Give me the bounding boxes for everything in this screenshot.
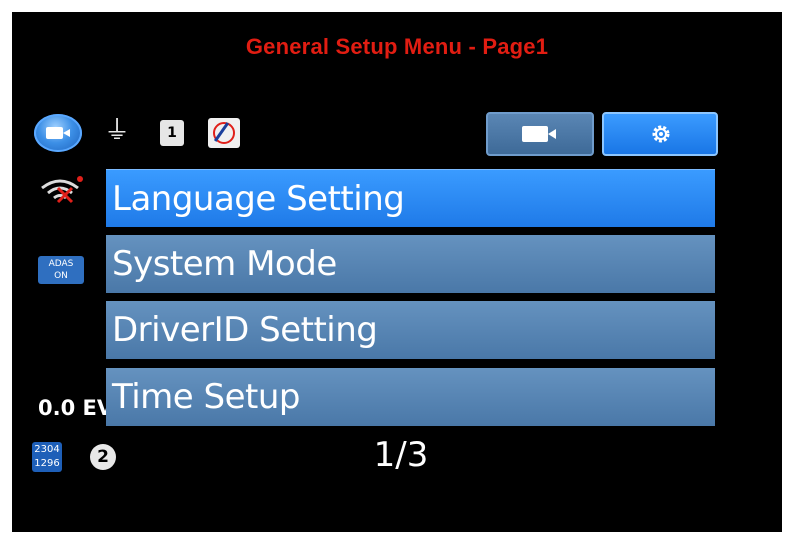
menu-item-language-setting[interactable]: Language Setting <box>106 169 715 227</box>
adas-icon: ADAS ON <box>38 256 84 284</box>
adas-state: ON <box>54 271 68 281</box>
tab-video-mode[interactable] <box>486 112 594 156</box>
adas-label: ADAS <box>48 259 74 269</box>
page-indicator: 1/3 <box>373 435 429 475</box>
wifi-off-icon <box>41 176 83 204</box>
mic-muted-icon <box>208 118 240 148</box>
menu-title: General Setup Menu - Page1 <box>245 34 549 59</box>
camera-mode-icon <box>34 114 82 152</box>
video-tab-icon <box>522 126 548 142</box>
dashcam-screen: General Setup Menu - Page1 ⏚ 1 ADAS ON 0… <box>12 12 782 532</box>
tab-settings[interactable] <box>602 112 718 156</box>
gear-icon <box>652 125 670 143</box>
exposure-value: 0.0 EV <box>38 396 114 420</box>
menu-item-time-setup[interactable]: Time Setup <box>106 368 715 426</box>
power-plug-icon: ⏚ <box>104 116 131 146</box>
sd-card-icon: 1 <box>160 120 184 146</box>
menu-item-system-mode[interactable]: System Mode <box>106 235 715 293</box>
menu-item-driverid-setting[interactable]: DriverID Setting <box>106 301 715 359</box>
